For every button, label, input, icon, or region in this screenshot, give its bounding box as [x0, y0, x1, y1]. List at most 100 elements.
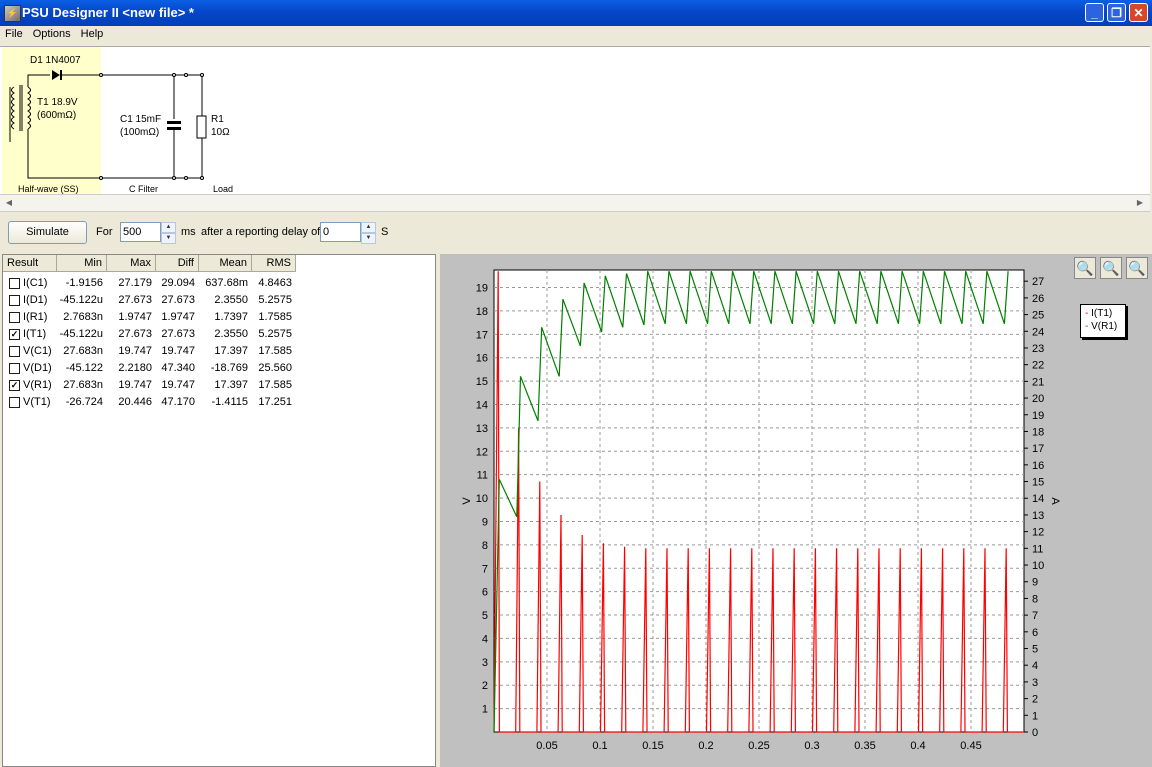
table-row[interactable]: V(D1) -45.122 2.2180 47.340 -18.769 25.560 — [3, 360, 435, 377]
table-row[interactable]: V(T1) -26.724 20.446 47.170 -1.4115 17.251 — [3, 394, 435, 411]
result-min: -26.724 — [65, 396, 103, 408]
filter-stage-label[interactable]: C Filter — [129, 184, 158, 194]
y-tick-label: 6 — [482, 587, 488, 599]
title-bar: ⚡ PSU Designer II <new file> * _ ❐ ✕ — [0, 0, 1152, 26]
zoom-out-icon[interactable]: 🔍 — [1100, 257, 1122, 279]
load-stage-label[interactable]: Load — [213, 184, 233, 194]
y2-axis-label: A — [1049, 497, 1061, 505]
menu-help[interactable]: Help — [76, 26, 109, 40]
table-row[interactable]: I(R1) 2.7683n 1.9747 1.9747 1.7397 1.7585 — [3, 309, 435, 326]
x-tick-label: 0.05 — [536, 740, 557, 752]
result-min: -45.122u — [59, 328, 103, 340]
results-header: Result Min Max Diff Mean RMS — [3, 255, 435, 272]
result-checkbox[interactable] — [9, 397, 20, 408]
result-rms: 17.585 — [258, 345, 292, 357]
table-row[interactable]: I(C1) -1.9156 27.179 29.094 637.68m 4.8463 — [3, 275, 435, 292]
result-max: 20.446 — [118, 396, 152, 408]
result-diff: 27.673 — [161, 328, 195, 340]
scroll-right-icon[interactable]: ▶ — [1133, 196, 1147, 209]
result-min: -45.122 — [65, 362, 103, 374]
result-name: I(C1) — [23, 277, 48, 289]
result-diff: 19.747 — [161, 379, 195, 391]
circuit-wires — [27, 74, 203, 179]
result-rms: 25.560 — [258, 362, 292, 374]
x-tick-label: 0.45 — [960, 740, 981, 752]
results-table[interactable]: Result Min Max Diff Mean RMS I(C1) -1.915… — [2, 254, 436, 767]
col-diff[interactable]: Diff — [156, 255, 199, 272]
table-row[interactable]: I(D1) -45.122u 27.673 27.673 2.3550 5.2575 — [3, 292, 435, 309]
zoom-reset-icon[interactable]: 🔍 — [1126, 257, 1148, 279]
result-name: V(D1) — [23, 362, 52, 374]
y2-tick-label: 2 — [1032, 694, 1038, 706]
col-result[interactable]: Result — [3, 255, 57, 272]
capacitor-symbol — [167, 121, 181, 130]
stepper-up-icon[interactable]: ▲ — [161, 222, 176, 233]
result-checkbox[interactable] — [9, 295, 20, 306]
result-checkbox[interactable] — [9, 346, 20, 357]
y2-tick-label: 24 — [1032, 326, 1044, 338]
result-max: 19.747 — [118, 345, 152, 357]
result-checkbox[interactable]: ✓ — [9, 329, 20, 340]
stepper-down-icon[interactable]: ▼ — [361, 233, 376, 244]
x-tick-label: 0.35 — [854, 740, 875, 752]
result-diff: 27.673 — [161, 294, 195, 306]
col-max[interactable]: Max — [107, 255, 156, 272]
delay-input[interactable] — [321, 223, 360, 241]
y-tick-label: 17 — [476, 329, 488, 341]
result-max: 1.9747 — [118, 311, 152, 323]
stepper-down-icon[interactable]: ▼ — [161, 233, 176, 244]
diode-symbol — [52, 70, 62, 80]
transformer-label: T1 18.9V — [37, 97, 78, 108]
psu-designer-app-icon[interactable]: ⚡ — [4, 5, 21, 22]
schematic-scrollbar[interactable]: ◀ ▶ — [0, 194, 1150, 212]
menu-options[interactable]: Options — [28, 26, 76, 40]
result-max: 27.673 — [118, 294, 152, 306]
result-min: 27.683n — [63, 345, 103, 357]
y-tick-label: 9 — [482, 516, 488, 528]
minimize-button[interactable]: _ — [1085, 3, 1104, 22]
waveform-chart[interactable]: 0.05 0.1 0.15 0.2 0.25 0.3 0.35 0.4 0.4512345678… — [440, 254, 1080, 767]
result-diff: 29.094 — [161, 277, 195, 289]
resistor-label: R1 — [211, 114, 224, 125]
result-checkbox[interactable] — [9, 278, 20, 289]
col-mean[interactable]: Mean — [199, 255, 252, 272]
schematic-canvas[interactable]: D1 1N4007 T1 18.9V (600mΩ) C1 15mF (100m… — [0, 46, 1150, 195]
result-min: 27.683n — [63, 379, 103, 391]
y2-tick-label: 25 — [1032, 310, 1044, 322]
col-min[interactable]: Min — [57, 255, 107, 272]
result-checkbox[interactable]: ✓ — [9, 380, 20, 391]
y-tick-label: 19 — [476, 283, 488, 295]
delay-stepper[interactable]: ▲ ▼ — [361, 222, 376, 244]
duration-unit: ms — [181, 226, 196, 238]
maximize-button[interactable]: ❐ — [1107, 3, 1126, 22]
delay-unit: S — [381, 226, 389, 238]
simulate-button[interactable]: Simulate — [8, 221, 87, 244]
col-rms[interactable]: RMS — [252, 255, 296, 272]
result-name: I(R1) — [23, 311, 48, 323]
result-name: I(D1) — [23, 294, 48, 306]
y-tick-label: 3 — [482, 657, 488, 669]
duration-input[interactable] — [121, 223, 160, 241]
delay-field[interactable] — [320, 222, 361, 242]
result-checkbox[interactable] — [9, 363, 20, 374]
result-name: V(R1) — [23, 379, 52, 391]
menu-file[interactable]: File — [0, 26, 28, 40]
legend-label-vr1: V(R1) — [1091, 321, 1118, 332]
result-min: 2.7683n — [63, 311, 103, 323]
result-rms: 17.251 — [258, 396, 292, 408]
stepper-up-icon[interactable]: ▲ — [361, 222, 376, 233]
duration-stepper[interactable]: ▲ ▼ — [161, 222, 176, 244]
y2-tick-label: 7 — [1032, 610, 1038, 622]
result-checkbox[interactable] — [9, 312, 20, 323]
table-row[interactable]: ✓ V(R1) 27.683n 19.747 19.747 17.397 17.585 — [3, 377, 435, 394]
result-rms: 17.585 — [258, 379, 292, 391]
table-row[interactable]: ✓ I(T1) -45.122u 27.673 27.673 2.3550 5.2575 — [3, 326, 435, 343]
rectifier-stage-label[interactable]: Half-wave (SS) — [18, 184, 79, 194]
result-mean: 2.3550 — [214, 294, 248, 306]
y2-tick-label: 21 — [1032, 376, 1044, 388]
close-button[interactable]: ✕ — [1129, 3, 1148, 22]
y-axis-label: V — [461, 497, 473, 505]
table-row[interactable]: V(C1) 27.683n 19.747 19.747 17.397 17.585 — [3, 343, 435, 360]
scroll-left-icon[interactable]: ◀ — [2, 196, 16, 209]
duration-field[interactable] — [120, 222, 161, 242]
